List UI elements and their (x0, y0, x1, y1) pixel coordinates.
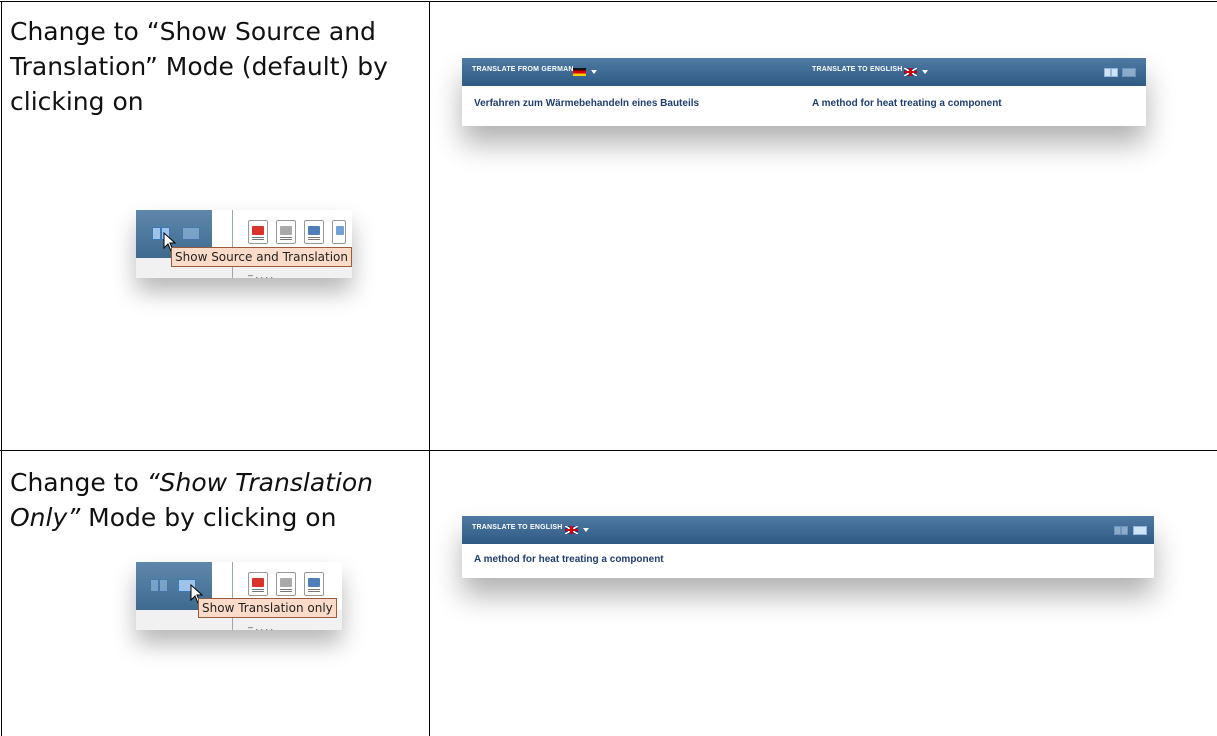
target-text: A method for heat treating a component (812, 98, 1002, 109)
row2-instruction-line1: Change to “Show Translation (10, 465, 420, 500)
row2-text-suffix: Mode by clicking on (80, 503, 337, 532)
row2-text-prefix: Change to (10, 468, 147, 497)
target-text: A method for heat treating a component (474, 554, 664, 565)
toolbar-faded-text: – . . . . (248, 622, 274, 632)
single-view-icon[interactable] (1133, 526, 1147, 535)
document-icon[interactable] (276, 572, 296, 596)
row2-instruction: Change to “Show Translation Only” Mode b… (10, 465, 420, 535)
toolbar-separator (232, 562, 233, 630)
row1-instruction-line2: Translation” Mode (default) by (10, 52, 388, 81)
table-row-divider (0, 450, 1217, 451)
target-language-label[interactable]: TRANSLATE TO ENGLISH (472, 524, 562, 531)
row2-mode-name-b: Only” (10, 503, 81, 532)
row2-mode-name-a: “Show Translation (146, 468, 374, 497)
single-view-icon[interactable] (1122, 68, 1136, 77)
export-icon[interactable] (332, 220, 346, 244)
table-border-left (1, 1, 2, 736)
row1-toolbar-crop: Show Source and Translation – . . . . (136, 210, 352, 280)
print-icon[interactable] (304, 220, 324, 244)
row2-instruction-line2: Only” Mode by clicking on (10, 500, 420, 535)
source-text: Verfahren zum Wärmebehandeln eines Baute… (474, 98, 700, 109)
uk-flag-icon (565, 526, 578, 534)
translation-toolbar: TRANSLATE TO ENGLISH (462, 516, 1154, 544)
split-view-icon[interactable] (1104, 68, 1118, 77)
dropdown-caret-icon[interactable] (591, 70, 597, 74)
tooltip: Show Translation only (198, 598, 337, 618)
target-language-label[interactable]: TRANSLATE TO ENGLISH (812, 66, 902, 73)
row1-translation-panel: TRANSLATE FROM GERMAN TRANSLATE TO ENGLI… (462, 58, 1146, 126)
tooltip: Show Source and Translation (171, 247, 352, 267)
uk-flag-icon (904, 68, 917, 76)
row2-translation-panel: TRANSLATE TO ENGLISH A method for heat t… (462, 516, 1154, 578)
toolbar-faded-text: – . . . . (248, 270, 274, 280)
toolbar-separator (232, 210, 233, 278)
translation-toolbar: TRANSLATE FROM GERMAN TRANSLATE TO ENGLI… (462, 58, 1146, 86)
pdf-icon[interactable] (248, 572, 268, 596)
pdf-icon[interactable] (248, 220, 268, 244)
row2-toolbar-crop: Show Translation only – . . . . (136, 562, 342, 632)
split-view-icon[interactable] (1114, 526, 1128, 535)
single-view-icon[interactable] (182, 227, 200, 240)
dropdown-caret-icon[interactable] (922, 70, 928, 74)
split-view-icon[interactable] (150, 579, 168, 592)
row1-instruction: Change to “Show Source and Translation” … (10, 14, 420, 119)
print-icon[interactable] (304, 572, 324, 596)
row1-instruction-line3: clicking on (10, 87, 144, 116)
table-border-top (0, 1, 1217, 2)
table-column-divider (429, 1, 430, 736)
row1-instruction-line1: Change to “Show Source and (10, 17, 376, 46)
dropdown-caret-icon[interactable] (583, 528, 589, 532)
document-icon[interactable] (276, 220, 296, 244)
german-flag-icon (573, 68, 586, 76)
source-language-label[interactable]: TRANSLATE FROM GERMAN (472, 66, 574, 73)
